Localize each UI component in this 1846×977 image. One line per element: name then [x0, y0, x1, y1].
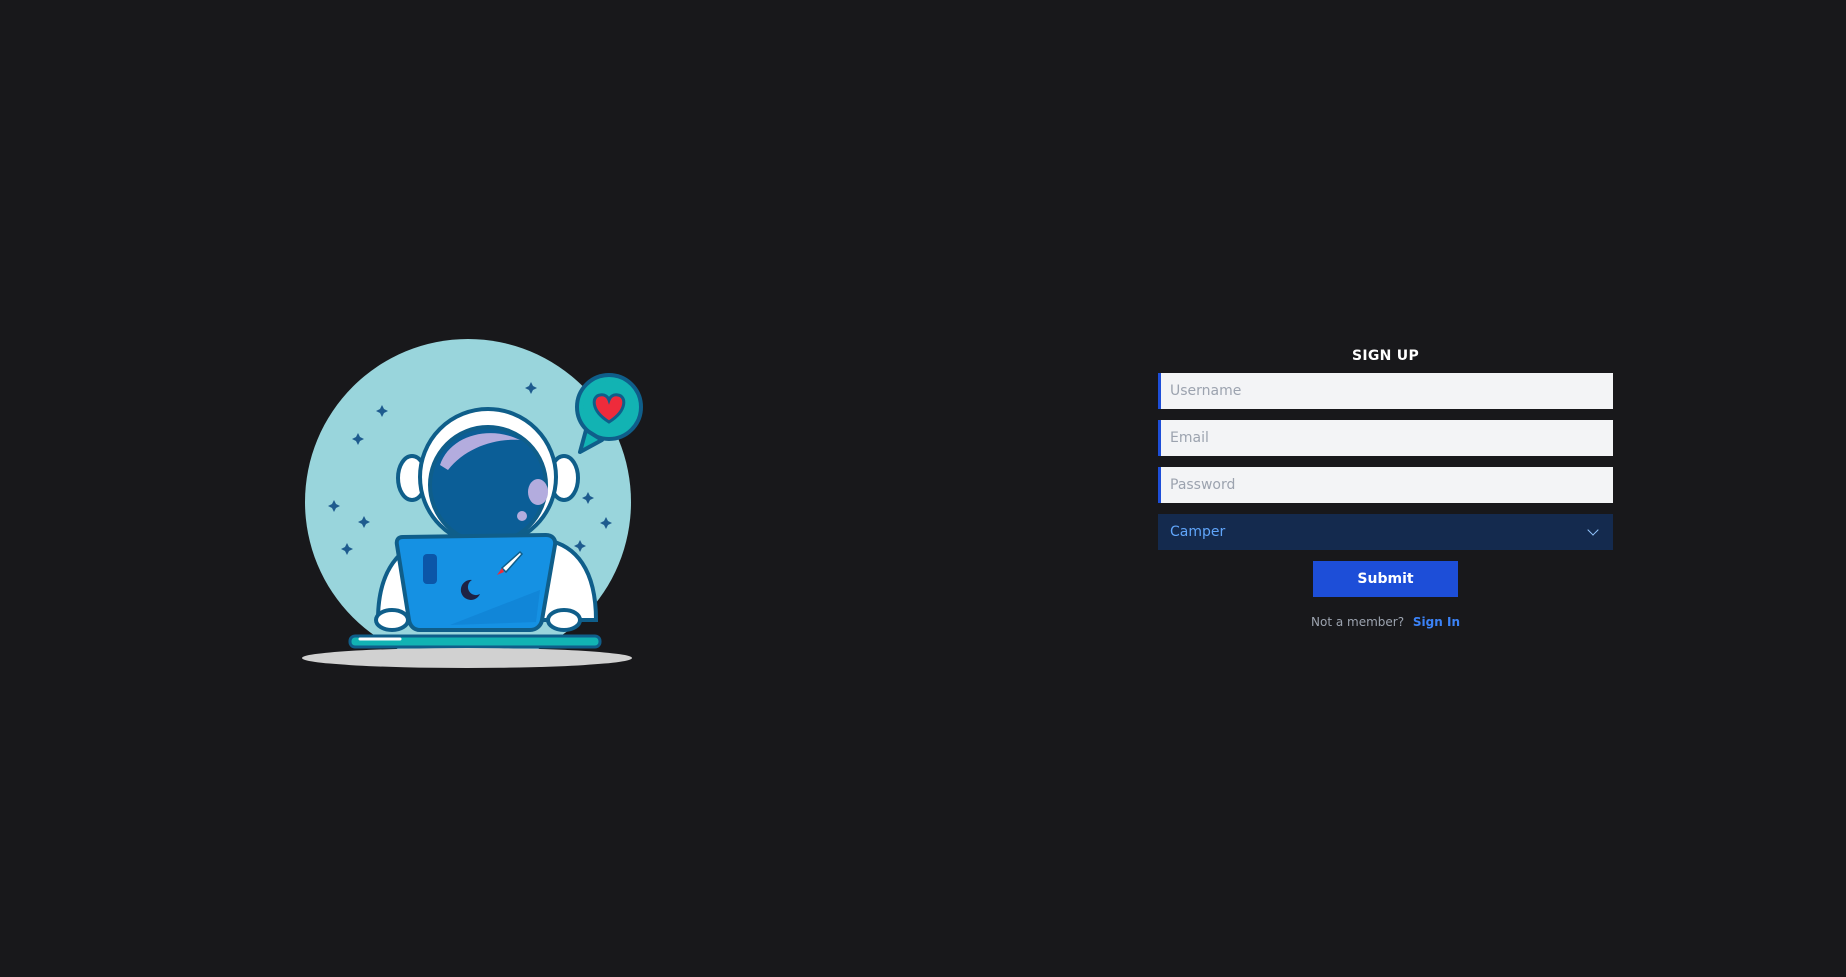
role-select[interactable]: Camper [1158, 514, 1613, 550]
astronaut-laptop-illustration [300, 330, 650, 670]
not-member-text: Not a member? [1311, 615, 1405, 629]
password-input[interactable] [1158, 467, 1613, 503]
laptop-sticker [423, 554, 437, 584]
email-input[interactable] [1158, 420, 1613, 456]
astronaut-illustration-svg [302, 339, 643, 668]
form-title: SIGN UP [1351, 348, 1420, 364]
ground-shadow [302, 648, 632, 668]
role-select-value: Camper [1170, 524, 1226, 540]
submit-wrapper: Submit [1158, 561, 1613, 597]
heart-bubble-icon [575, 373, 643, 454]
chevron-down-icon [1587, 524, 1599, 536]
submit-button[interactable]: Submit [1313, 561, 1458, 597]
signup-form: SIGN UP Camper Submit Not a member? Sign… [1158, 340, 1613, 629]
visor-dot [517, 511, 527, 521]
left-hand [374, 608, 410, 632]
helmet-visor [428, 425, 548, 545]
username-input[interactable] [1158, 373, 1613, 409]
right-hand [546, 608, 582, 632]
signin-prompt: Not a member? Sign In [1158, 615, 1613, 629]
visor-highlight [528, 479, 548, 505]
signup-page: SIGN UP Camper Submit Not a member? Sign… [0, 0, 1846, 977]
signin-link[interactable]: Sign In [1413, 615, 1460, 629]
